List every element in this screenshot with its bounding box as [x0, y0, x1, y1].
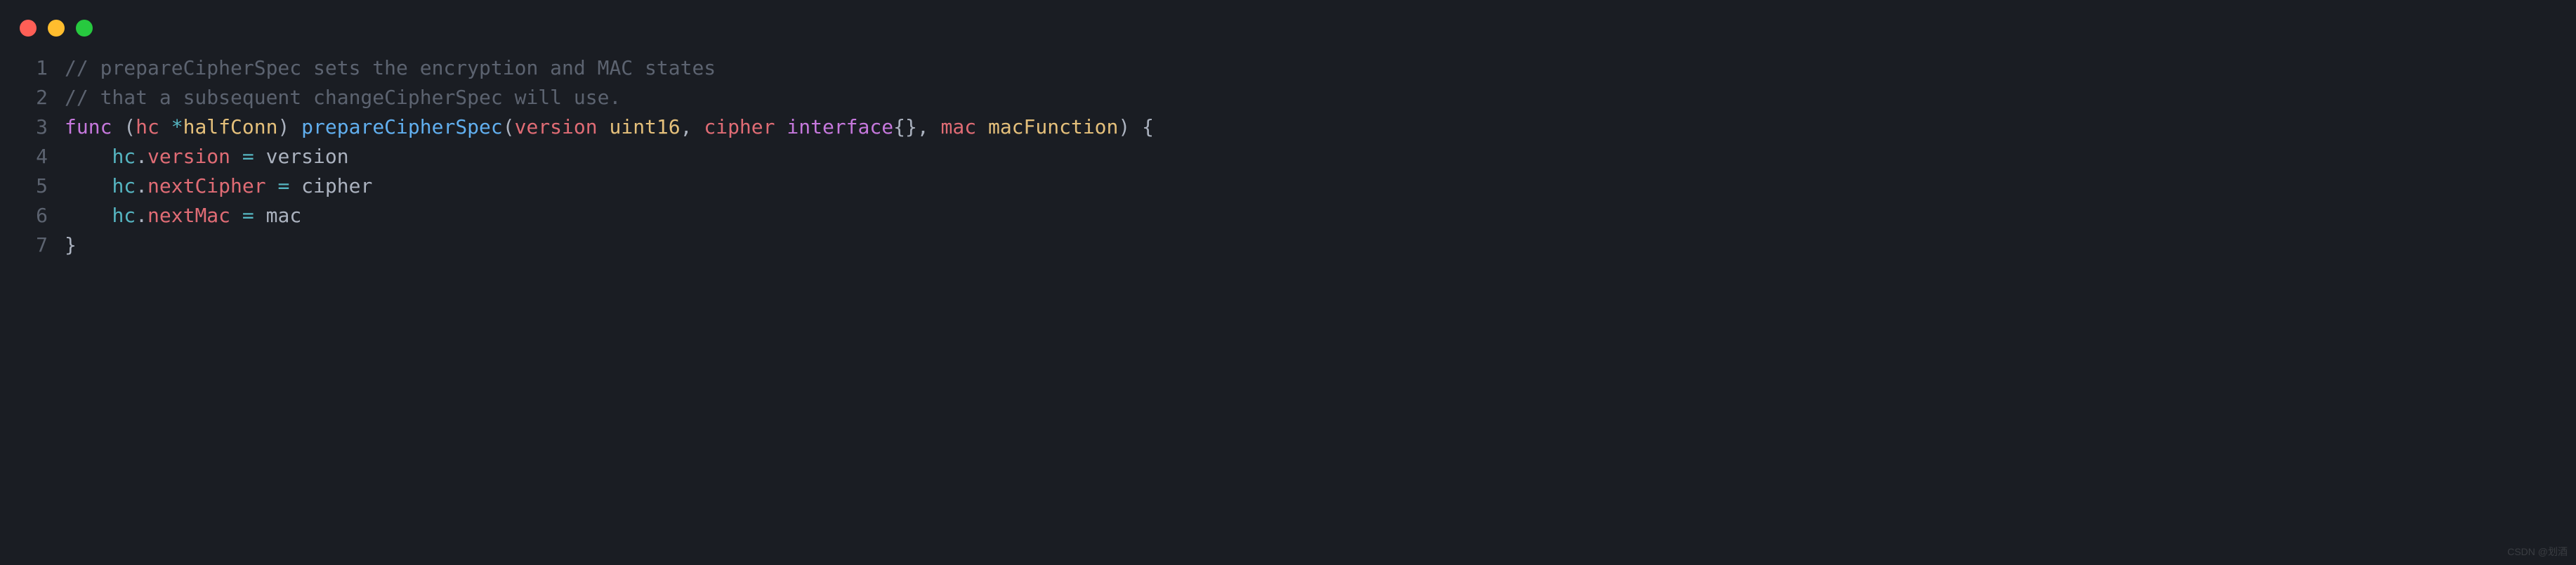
operator: *	[159, 115, 183, 138]
space	[775, 115, 787, 138]
line-content: // that a subsequent changeCipherSpec wi…	[65, 83, 621, 112]
type: macFunction	[988, 115, 1118, 138]
code-line: 3 func (hc *halfConn) prepareCipherSpec(…	[20, 112, 2562, 142]
indent	[65, 145, 112, 168]
line-content: // prepareCipherSpec sets the encryption…	[65, 53, 716, 83]
indent	[65, 204, 112, 227]
identifier: hc	[112, 145, 136, 168]
comment-text: // prepareCipherSpec sets the encryption…	[65, 56, 716, 79]
space	[598, 115, 610, 138]
line-number: 2	[20, 83, 48, 112]
param: version	[515, 115, 598, 138]
line-number: 3	[20, 112, 48, 142]
receiver: hc	[136, 115, 159, 138]
identifier: hc	[112, 204, 136, 227]
operator: =	[266, 174, 302, 197]
property: nextMac	[147, 204, 230, 227]
watermark: CSDN @划酒	[2507, 545, 2568, 559]
code-line: 2 // that a subsequent changeCipherSpec …	[20, 83, 2562, 112]
punctuation: .	[136, 145, 147, 168]
type: halfConn	[183, 115, 278, 138]
param: mac	[941, 115, 977, 138]
line-content: hc.nextCipher = cipher	[65, 171, 372, 201]
punctuation: )	[277, 115, 301, 138]
operator: =	[230, 204, 266, 227]
code-line: 7 }	[20, 230, 2562, 260]
code-line: 1 // prepareCipherSpec sets the encrypti…	[20, 53, 2562, 83]
line-number: 4	[20, 142, 48, 171]
space	[976, 115, 988, 138]
punctuation: {}	[893, 115, 917, 138]
keyword: interface	[787, 115, 893, 138]
operator: =	[230, 145, 266, 168]
identifier: hc	[112, 174, 136, 197]
window-controls	[14, 14, 2562, 53]
punctuation: ,	[681, 115, 704, 138]
line-number: 5	[20, 171, 48, 201]
line-content: func (hc *halfConn) prepareCipherSpec(ve…	[65, 112, 1154, 142]
code-line: 4 hc.version = version	[20, 142, 2562, 171]
code-editor: 1 // prepareCipherSpec sets the encrypti…	[14, 53, 2562, 260]
punctuation: ,	[917, 115, 941, 138]
code-line: 6 hc.nextMac = mac	[20, 201, 2562, 230]
punctuation: .	[136, 204, 147, 227]
minimize-icon[interactable]	[48, 20, 65, 37]
function-name: prepareCipherSpec	[301, 115, 503, 138]
keyword: func	[65, 115, 112, 138]
value: version	[266, 145, 349, 168]
comment-text: // that a subsequent changeCipherSpec wi…	[65, 86, 621, 109]
punctuation: ) {	[1118, 115, 1154, 138]
punctuation: (	[503, 115, 515, 138]
code-line: 5 hc.nextCipher = cipher	[20, 171, 2562, 201]
line-number: 6	[20, 201, 48, 230]
type: uint16	[609, 115, 680, 138]
punctuation: }	[65, 233, 77, 256]
property: version	[147, 145, 230, 168]
punctuation: (	[112, 115, 136, 138]
punctuation: .	[136, 174, 147, 197]
line-number: 7	[20, 230, 48, 260]
line-content: hc.version = version	[65, 142, 349, 171]
value: mac	[266, 204, 302, 227]
line-number: 1	[20, 53, 48, 83]
property: nextCipher	[147, 174, 266, 197]
close-icon[interactable]	[20, 20, 37, 37]
indent	[65, 174, 112, 197]
line-content: hc.nextMac = mac	[65, 201, 301, 230]
maximize-icon[interactable]	[76, 20, 93, 37]
line-content: }	[65, 230, 77, 260]
value: cipher	[301, 174, 372, 197]
param: cipher	[704, 115, 775, 138]
